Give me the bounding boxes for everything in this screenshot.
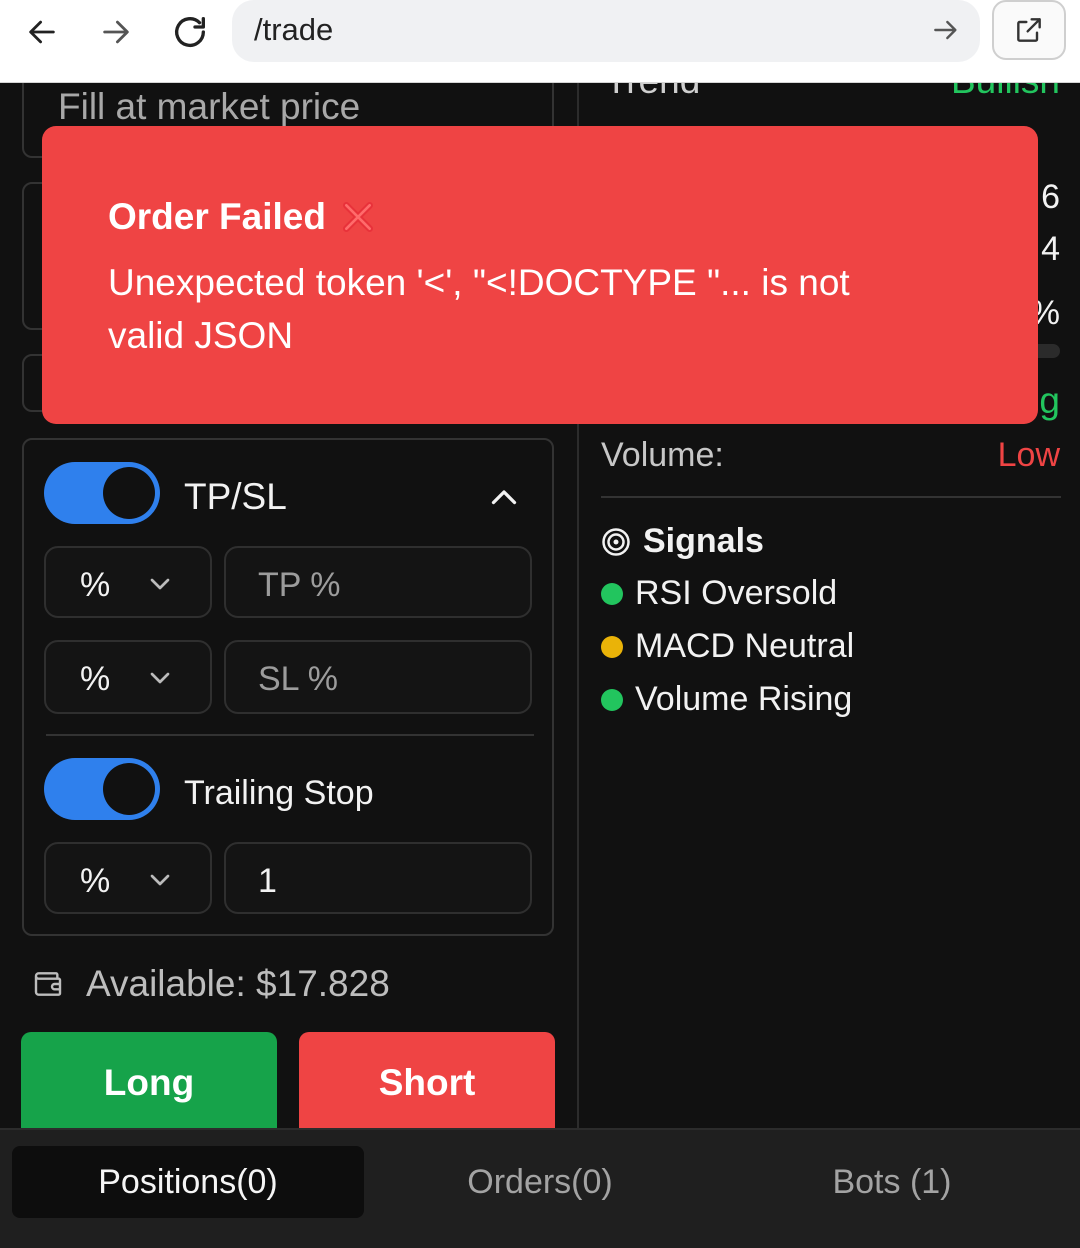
back-button[interactable]	[20, 10, 64, 54]
available-text: Available: $17.828	[86, 963, 390, 1004]
signal-text: MACD Neutral	[635, 627, 855, 665]
address-bar[interactable]: /trade	[232, 0, 980, 62]
trailing-stop-toggle[interactable]	[44, 758, 160, 820]
sl-unit-value: %	[80, 660, 111, 698]
reload-button[interactable]	[168, 10, 212, 54]
tp-input[interactable]: TP %	[224, 546, 532, 618]
chevron-down-icon	[150, 672, 170, 684]
long-button[interactable]: Long	[21, 1032, 277, 1142]
trailing-value: 1	[258, 862, 277, 900]
toggle-knob	[103, 763, 155, 815]
status-dot-icon	[601, 635, 623, 658]
status-dot-icon	[601, 688, 623, 711]
tp-placeholder: TP %	[258, 566, 341, 604]
section-divider	[46, 734, 534, 736]
tab-bots[interactable]: Bots (1)	[716, 1146, 1068, 1218]
signal-text: Volume Rising	[635, 680, 853, 718]
market-price-text: Fill at market price	[58, 86, 361, 127]
tp-unit-select[interactable]: %	[44, 546, 212, 618]
external-link-icon	[1017, 18, 1041, 42]
signal-item: Volume Rising	[601, 680, 852, 719]
signals-header: Signals	[601, 522, 764, 561]
sl-input[interactable]: SL %	[224, 640, 532, 714]
forward-button[interactable]	[94, 10, 138, 54]
volume-value: Low	[997, 436, 1060, 474]
bottom-tab-bar: Positions(0) Orders(0) Bots (1)	[0, 1128, 1080, 1248]
reload-icon	[175, 17, 205, 48]
open-external-button[interactable]	[992, 0, 1066, 60]
chevron-down-icon	[150, 874, 170, 886]
signal-item: RSI Oversold	[601, 574, 837, 613]
signal-item: MACD Neutral	[601, 627, 854, 666]
available-balance: Available: $17.828	[32, 962, 390, 1006]
indicator-value: 4	[1041, 230, 1060, 268]
tab-orders[interactable]: Orders(0)	[364, 1146, 716, 1218]
volume-label: Volume:	[601, 436, 724, 474]
chevron-down-icon	[150, 578, 170, 590]
sl-unit-select[interactable]: %	[44, 640, 212, 714]
toast-title-row: Order Failed	[108, 196, 378, 238]
arrow-left-icon	[29, 20, 55, 44]
indicator-value: 6	[1041, 178, 1060, 216]
tpsl-label: TP/SL	[184, 476, 287, 517]
cross-mark-icon	[342, 202, 373, 232]
target-icon	[602, 527, 630, 556]
arrow-right-icon	[103, 20, 129, 44]
trailing-unit-select[interactable]: %	[44, 842, 212, 914]
indicator-status: g	[1039, 380, 1060, 421]
analysis-divider	[601, 496, 1061, 498]
signals-title: Signals	[643, 522, 764, 560]
tpsl-toggle[interactable]	[44, 462, 160, 524]
signal-text: RSI Oversold	[635, 574, 838, 612]
error-toast[interactable]: Order Failed Unexpected token '<', "<!DO…	[42, 126, 1038, 424]
toggle-knob	[103, 467, 155, 519]
toast-message: Unexpected token '<', "<!DOCTYPE "... is…	[108, 262, 850, 356]
tpsl-section: TP/SL % TP % % SL % Trailing Stop % 1	[22, 438, 554, 936]
trailing-input[interactable]: 1	[224, 842, 532, 914]
browser-toolbar: /trade	[0, 0, 1080, 83]
short-button[interactable]: Short	[299, 1032, 555, 1142]
url-text: /trade	[254, 12, 334, 47]
tab-positions[interactable]: Positions(0)	[12, 1146, 364, 1218]
toast-title: Order Failed	[108, 196, 326, 237]
go-arrow-icon[interactable]	[930, 14, 962, 46]
sl-placeholder: SL %	[258, 660, 339, 698]
tp-unit-value: %	[80, 566, 111, 604]
wallet-icon	[34, 972, 62, 996]
trailing-stop-label: Trailing Stop	[184, 774, 374, 812]
chevron-up-icon[interactable]	[486, 480, 522, 516]
trailing-unit-value: %	[80, 862, 111, 900]
status-dot-icon	[601, 582, 623, 605]
